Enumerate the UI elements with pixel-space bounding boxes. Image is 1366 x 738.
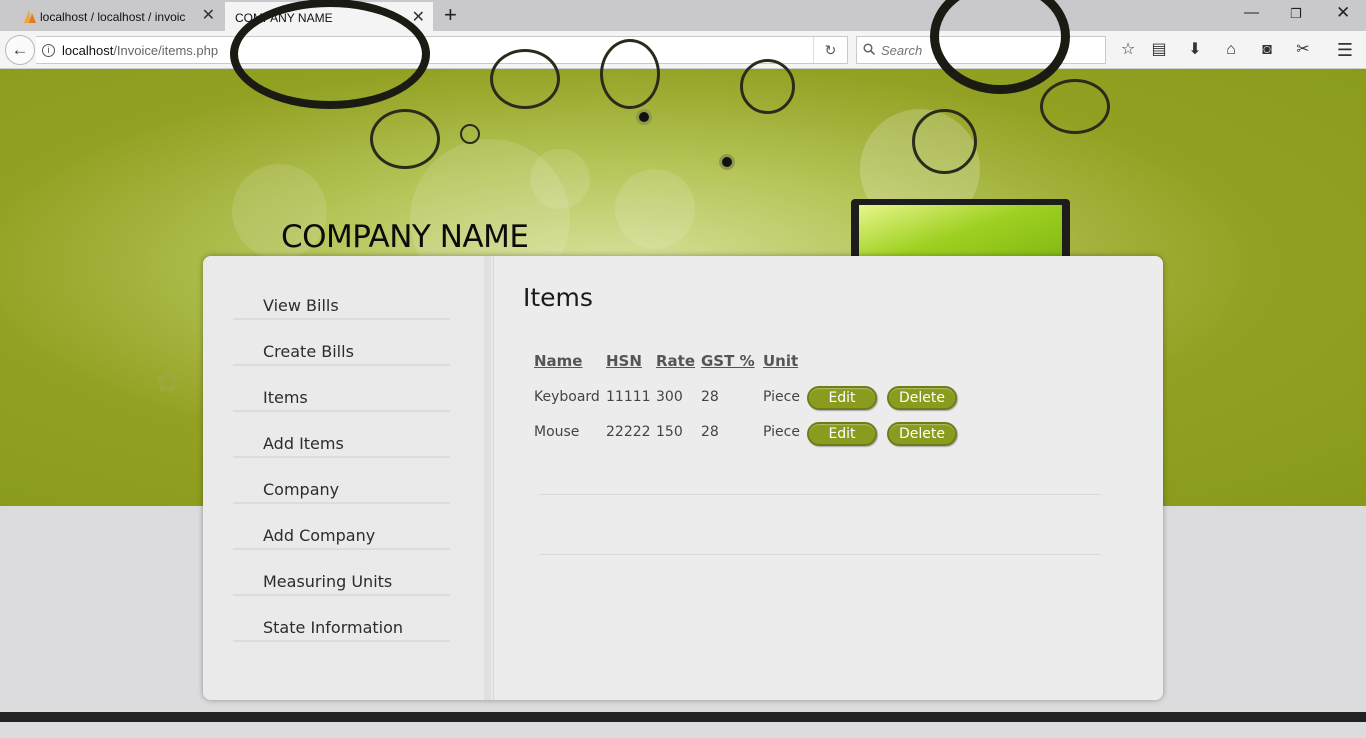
phpmyadmin-favicon-icon — [24, 10, 36, 23]
url-host: localhost — [62, 42, 114, 58]
sidebar-item-state-information[interactable]: State Information — [233, 596, 450, 642]
sidebar-item-label: View Bills — [263, 296, 339, 315]
sidebar-item-items[interactable]: Items — [233, 366, 450, 412]
home-icon[interactable]: ⌂ — [1221, 40, 1241, 60]
sidebar-item-label: Create Bills — [263, 342, 354, 361]
edit-button[interactable]: Edit — [807, 422, 877, 446]
screenshot-icon[interactable]: ✂ — [1293, 40, 1313, 60]
cell-gst: 28 — [701, 424, 719, 440]
restore-icon[interactable]: ❐ — [1290, 6, 1302, 22]
new-tab-icon[interactable]: + — [444, 4, 457, 26]
page: COMPANY NAME ✿ View Bills Create Bills I… — [0, 0, 1366, 738]
divider — [539, 494, 1101, 495]
sidebar-item-add-company[interactable]: Add Company — [233, 504, 450, 550]
sidebar-item-view-bills[interactable]: View Bills — [233, 274, 450, 320]
sidebar: View Bills Create Bills Items Add Items … — [203, 256, 491, 700]
decor-swirl — [930, 0, 1070, 94]
bookmark-star-icon[interactable]: ☆ — [1118, 40, 1138, 60]
company-name: COMPANY NAME — [281, 219, 529, 255]
decor-swirl — [600, 39, 660, 109]
main-content: Items Name HSN Rate GST % Unit Keyboard … — [493, 256, 1163, 700]
decor-swirl — [912, 109, 977, 174]
download-icon[interactable]: ⬇ — [1185, 40, 1205, 60]
column-header-unit[interactable]: Unit — [763, 352, 798, 370]
cell-rate: 150 — [656, 424, 683, 440]
sidebar-item-company[interactable]: Company — [233, 458, 450, 504]
decor-swirl — [230, 0, 430, 109]
cell-unit: Piece — [763, 389, 800, 405]
sidebar-item-label: Add Company — [263, 526, 376, 545]
sidebar-item-add-items[interactable]: Add Items — [233, 412, 450, 458]
sidebar-item-create-bills[interactable]: Create Bills — [233, 320, 450, 366]
sidebar-item-label: Measuring Units — [263, 572, 393, 591]
reload-icon[interactable]: ↻ — [813, 37, 847, 63]
info-icon[interactable]: i — [42, 43, 55, 57]
url-bar[interactable]: i localhost/Invoice/items.php ↻ — [36, 36, 848, 64]
cell-name: Keyboard — [534, 389, 600, 405]
delete-button[interactable]: Delete — [887, 422, 957, 446]
nav-bar: ← i localhost/Invoice/items.php ↻ ☆ ▤ ⬇ … — [0, 31, 1366, 69]
cell-gst: 28 — [701, 389, 719, 405]
sidebar-item-label: Add Items — [263, 434, 344, 453]
column-header-rate[interactable]: Rate — [656, 352, 695, 370]
search-icon — [863, 42, 876, 58]
decor-swirl — [460, 124, 480, 144]
sidebar-item-measuring-units[interactable]: Measuring Units — [233, 550, 450, 596]
url-path: /Invoice/items.php — [113, 42, 219, 58]
minimize-icon[interactable]: — — [1244, 4, 1259, 21]
sidebar-item-label: State Information — [263, 618, 404, 637]
cell-hsn: 11111 — [606, 389, 651, 405]
back-icon[interactable]: ← — [5, 35, 35, 65]
footer-strip — [0, 712, 1366, 722]
url-text: localhost/Invoice/items.php — [62, 43, 218, 58]
column-header-hsn[interactable]: HSN — [606, 352, 642, 370]
column-header-name[interactable]: Name — [534, 352, 582, 370]
decor-swirl — [490, 49, 560, 109]
divider — [539, 554, 1101, 555]
tab-bar: localhost / localhost / invoic ✕ COMPANY… — [0, 0, 1366, 31]
cell-rate: 300 — [656, 389, 683, 405]
menu-icon[interactable]: ☰ — [1335, 40, 1355, 60]
cell-name: Mouse — [534, 424, 580, 440]
decor-bokeh — [615, 169, 695, 249]
bookmarks-list-icon[interactable]: ▤ — [1149, 40, 1169, 60]
tab-phpmyadmin[interactable]: localhost / localhost / invoic ✕ — [18, 2, 223, 31]
decor-swirl — [740, 59, 795, 114]
decor-bokeh — [530, 149, 590, 209]
sidebar-item-label: Items — [263, 388, 308, 407]
decor-swirl — [370, 109, 440, 169]
delete-button[interactable]: Delete — [887, 386, 957, 410]
pocket-icon[interactable]: ◙ — [1257, 40, 1277, 60]
sidebar-item-label: Company — [263, 480, 340, 499]
close-tab-icon[interactable]: ✕ — [202, 8, 215, 24]
decor-dot — [719, 154, 735, 170]
edit-button[interactable]: Edit — [807, 386, 877, 410]
cell-hsn: 22222 — [606, 424, 651, 440]
page-title: Items — [523, 283, 593, 312]
decor-dot — [636, 109, 652, 125]
flower-decor-icon: ✿ — [155, 366, 181, 399]
decor-swirl — [1040, 79, 1110, 134]
window-close-icon[interactable]: ✕ — [1336, 3, 1350, 23]
cell-unit: Piece — [763, 424, 800, 440]
tab-title: localhost / localhost / invoic — [40, 9, 186, 24]
content-box: View Bills Create Bills Items Add Items … — [203, 256, 1163, 700]
column-header-gst[interactable]: GST % — [701, 352, 755, 370]
